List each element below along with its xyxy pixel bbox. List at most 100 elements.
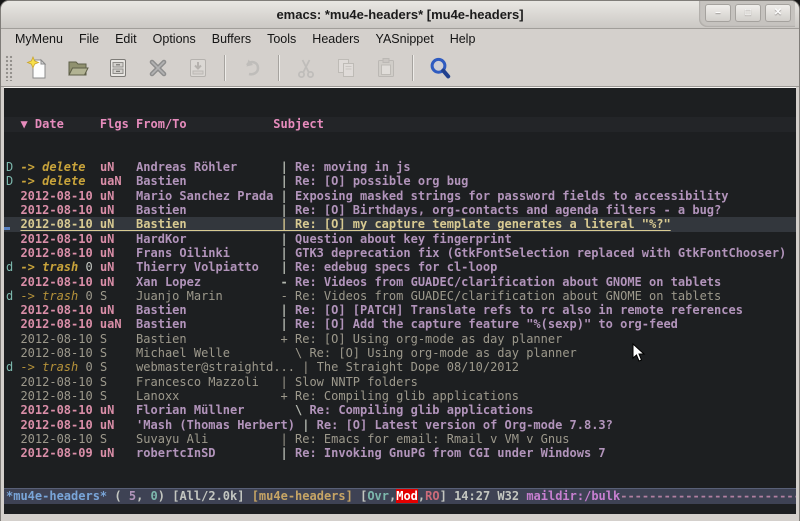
message-row[interactable]: 2012-08-10 S Francesco Mazzoli | Slow NN… [4, 375, 796, 389]
toolbar-gripper[interactable] [5, 55, 13, 81]
text-segment: Re: Videos from GUADEC/clarification abo… [295, 289, 721, 303]
text-segment: HardKor [136, 232, 281, 246]
text-segment: Francesco Mazzoli [136, 375, 281, 389]
save-button [181, 53, 215, 83]
search-button[interactable] [423, 53, 457, 83]
message-row[interactable]: 2012-08-10 uN Frans Oilinki | GTK3 depre… [4, 246, 796, 260]
message-row[interactable]: 2012-08-10 uN Xan Lopez - Re: Videos fro… [4, 275, 796, 289]
text-segment: 2012-08-10 uN Bastien | Re: [O] my captu… [20, 217, 670, 231]
message-row[interactable]: 2012-08-10 uN 'Mash (Thomas Herbert) | R… [4, 418, 796, 432]
message-row[interactable]: d -> trash 0 S Juanjo Marin - Re: Videos… [4, 289, 796, 303]
message-row[interactable]: d -> trash 0 uN Thierry Volpiatto | Re: … [4, 260, 796, 274]
save-icon [186, 56, 210, 80]
text-segment: d [6, 260, 20, 274]
close-button[interactable] [141, 53, 175, 83]
close-button[interactable]: ✕ [765, 4, 791, 22]
text-segment [6, 217, 20, 231]
text-segment [6, 246, 20, 260]
text-segment [6, 189, 20, 203]
undo-icon [240, 56, 264, 80]
menu-item-headers[interactable]: Headers [304, 30, 367, 48]
text-segment: , [136, 489, 150, 503]
text-segment: 2012-08-10 uN [20, 403, 136, 417]
menu-item-yasnippet[interactable]: YASnippet [368, 30, 442, 48]
text-segment: ( [107, 489, 129, 503]
text-segment: Andreas Röhler [136, 160, 281, 174]
file-cabinet-button[interactable] [101, 53, 135, 83]
text-segment: 2012-08-10 S [20, 332, 136, 346]
text-segment: D [6, 160, 20, 174]
cut-icon [294, 56, 318, 80]
menu-item-mymenu[interactable]: MyMenu [7, 30, 71, 48]
text-segment [6, 403, 20, 417]
minimize-button[interactable]: – [705, 4, 731, 22]
text-segment [6, 389, 20, 403]
text-segment: | [281, 375, 295, 389]
menu-item-tools[interactable]: Tools [259, 30, 304, 48]
message-row[interactable]: 2012-08-10 uN Florian Müllner \ Re: Comp… [4, 403, 796, 417]
menu-item-edit[interactable]: Edit [107, 30, 145, 48]
text-segment: | [281, 174, 295, 188]
message-row[interactable]: d -> trash 0 S webmaster@straightd... | … [4, 360, 796, 374]
text-segment: ] [440, 489, 454, 503]
text-segment: | [281, 203, 295, 217]
text-segment: Frans Oilinki [136, 246, 281, 260]
text-segment: | [281, 432, 295, 446]
message-row[interactable]: 2012-08-10 uN Bastien | Re: [O] [PATCH] … [4, 303, 796, 317]
message-row[interactable]: 2012-08-10 uN Bastien | Re: [O] Birthday… [4, 203, 796, 217]
close-icon [146, 56, 170, 80]
title-bar[interactable]: emacs: *mu4e-headers* [mu4e-headers] –□✕ [1, 1, 799, 29]
text-segment: 2012-08-10 uN [20, 275, 136, 289]
text-segment: + [281, 389, 295, 403]
message-list: D -> delete uN Andreas Röhler | Re: movi… [4, 160, 796, 460]
open-folder-button[interactable] [61, 53, 95, 83]
text-segment: Re: Compiling glib applications [309, 403, 533, 417]
message-row[interactable]: 2012-08-10 uN Mario Sanchez Prada | Expo… [4, 189, 796, 203]
message-row[interactable]: 2012-08-10 S Lanoxx + Re: Compiling glib… [4, 389, 796, 403]
echo-area[interactable] [4, 504, 796, 514]
text-segment: Suvayu Ali [136, 432, 281, 446]
message-row[interactable]: 2012-08-09 uN robertcInSD | Re: Invoking… [4, 446, 796, 460]
text-segment: 2012-08-10 uaN [20, 317, 136, 331]
message-row[interactable]: 2012-08-10 S Bastien + Re: [O] Using org… [4, 332, 796, 346]
menu-item-options[interactable]: Options [145, 30, 204, 48]
text-segment: 0 [78, 289, 100, 303]
column-headers: ▼ Date Flgs From/To Subject [6, 117, 324, 131]
message-row[interactable]: 2012-08-10 S Suvayu Ali | Re: Emacs for … [4, 432, 796, 446]
headers-column-header[interactable]: ▼ Date Flgs From/To Subject [4, 117, 796, 132]
text-segment: webmaster@straightd... [136, 360, 302, 374]
message-row[interactable]: D -> delete uN Andreas Röhler | Re: movi… [4, 160, 796, 174]
text-segment [85, 174, 99, 188]
message-row-current[interactable]: 2012-08-10 uN Bastien | Re: [O] my captu… [4, 217, 796, 231]
text-segment: 2012-08-10 S [20, 432, 136, 446]
mu4e-headers-buffer[interactable]: ▼ Date Flgs From/To Subject D -> delete … [4, 88, 796, 488]
text-segment: Re: Emacs for email: Rmail v VM v Gnus [295, 432, 570, 446]
text-segment: The Straight Dope 08/10/2012 [317, 360, 519, 374]
text-segment [6, 332, 20, 346]
copy-button [329, 53, 363, 83]
paste-button [369, 53, 403, 83]
menu-item-buffers[interactable]: Buffers [204, 30, 259, 48]
menu-item-help[interactable]: Help [442, 30, 484, 48]
new-file-button[interactable] [21, 53, 55, 83]
toolbar [1, 49, 799, 87]
maximize-button[interactable]: □ [735, 4, 761, 22]
text-segment [6, 375, 20, 389]
message-row[interactable]: 2012-08-10 S Michael Welle \ Re: [O] Usi… [4, 346, 796, 360]
message-row[interactable]: D -> delete uaN Bastien | Re: [O] possib… [4, 174, 796, 188]
frame-border: ▼ Date Flgs From/To Subject D -> delete … [1, 87, 799, 521]
emacs-window: emacs: *mu4e-headers* [mu4e-headers] –□✕… [0, 0, 800, 521]
buffer-name: *mu4e-headers* [6, 489, 107, 503]
message-row[interactable]: 2012-08-10 uN HardKor | Question about k… [4, 232, 796, 246]
text-segment: Re: Compiling glib applications [295, 389, 519, 403]
message-row[interactable]: 2012-08-10 uaN Bastien | Re: [O] Add the… [4, 317, 796, 331]
menu-item-file[interactable]: File [71, 30, 107, 48]
text-segment: | [281, 189, 295, 203]
paste-icon [374, 56, 398, 80]
maildir: maildir:/bulk [526, 489, 620, 503]
position-indicator: [All/2.0k] [172, 489, 251, 503]
read-only-flag: RO [425, 489, 439, 503]
major-mode: [mu4e-headers] [252, 489, 360, 503]
text-segment: Florian Müllner [136, 403, 281, 417]
text-segment: Lanoxx [136, 389, 281, 403]
